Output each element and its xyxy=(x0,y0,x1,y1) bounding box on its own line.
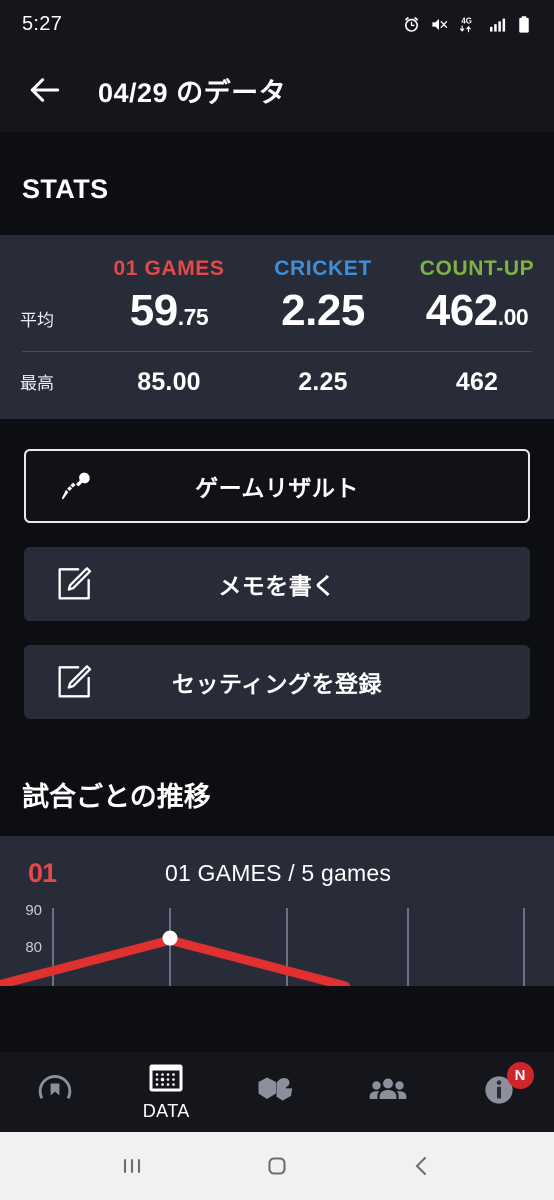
svg-text:4G: 4G xyxy=(461,16,472,25)
android-navigation-bar xyxy=(0,1132,554,1200)
stats-header-count-up: COUNT-UP xyxy=(419,257,535,280)
register-setting-button[interactable]: セッティングを登録 xyxy=(24,645,530,719)
nav-item-data[interactable]: DATA xyxy=(111,1052,222,1132)
nav-item-home[interactable] xyxy=(0,1052,111,1132)
edit-square-icon xyxy=(46,564,102,604)
mute-icon xyxy=(430,15,449,34)
status-bar: 5:27 4G xyxy=(0,0,554,48)
stats-value-average-01-games: 59.75 xyxy=(129,286,209,335)
stats-value-best-01-games: 85.00 xyxy=(137,368,201,396)
write-memo-button[interactable]: メモを書く xyxy=(24,547,530,621)
stats-row-label-best: 最高 xyxy=(20,374,54,393)
line-chart: 90 80 xyxy=(0,902,525,986)
stats-value-best-count-up: 462 xyxy=(455,368,499,396)
back-arrow-icon[interactable] xyxy=(26,71,64,109)
svg-text:90: 90 xyxy=(25,902,42,919)
battery-icon xyxy=(516,15,532,34)
chart-caption: 01 GAMES / 5 games xyxy=(164,859,392,886)
stats-grid: 01 GAMES CRICKET COUNT-UP 平均 59.75 2.25 … xyxy=(0,239,554,411)
info-notification-badge: N xyxy=(506,1062,534,1089)
stats-card: 01 GAMES CRICKET COUNT-UP 平均 59.75 2.25 … xyxy=(0,235,554,419)
home-icon[interactable] xyxy=(249,1151,305,1181)
dartboard-icon xyxy=(36,1071,74,1114)
nav-item-data-label: DATA xyxy=(142,1100,190,1121)
page-title: 04/29 のデータ xyxy=(98,77,287,108)
chart-plot: 90 80 xyxy=(0,900,554,986)
stats-header-01-games: 01 GAMES xyxy=(113,257,225,280)
recents-icon[interactable] xyxy=(104,1151,160,1181)
svg-text:80: 80 xyxy=(25,939,42,956)
nav-item-flights[interactable] xyxy=(222,1052,333,1132)
dart-flight-icon xyxy=(256,1073,298,1112)
stats-corner-cell xyxy=(0,239,92,285)
nav-item-info[interactable]: N xyxy=(443,1052,554,1132)
alarm-icon xyxy=(402,15,421,34)
chart-card: 01 01 GAMES / 5 games 90 80 xyxy=(0,836,554,986)
back-icon[interactable] xyxy=(394,1151,450,1181)
status-time: 5:27 xyxy=(22,12,63,35)
stats-value-average-cricket: 2.25 xyxy=(281,286,365,335)
people-icon xyxy=(368,1075,408,1110)
status-icons: 4G xyxy=(402,15,532,34)
calendar-icon xyxy=(148,1063,184,1098)
stats-value-best-cricket: 2.25 xyxy=(298,368,348,396)
edit-square-icon xyxy=(46,662,102,702)
chart-section-title: 試合ごとの推移 xyxy=(22,782,211,812)
signal-icon xyxy=(488,15,507,34)
action-buttons: ゲームリザルト メモを書く セッティングを登録 xyxy=(0,419,554,719)
bottom-navigation: DATA N xyxy=(0,1052,554,1132)
4g-icon: 4G xyxy=(458,15,479,34)
stats-row-label-average: 平均 xyxy=(20,310,54,330)
game-result-button[interactable]: ゲームリザルト xyxy=(24,449,530,523)
chart-game-badge: 01 xyxy=(27,857,57,888)
chart-header: 01 01 GAMES / 5 games xyxy=(0,846,554,900)
dart-icon xyxy=(48,466,104,506)
stats-value-average-count-up: 462.00 xyxy=(425,286,529,335)
nav-item-community[interactable] xyxy=(332,1052,443,1132)
stats-section-title: STATS xyxy=(22,174,109,204)
stats-header-cricket: CRICKET xyxy=(274,257,372,280)
app-bar: 04/29 のデータ xyxy=(0,48,554,132)
